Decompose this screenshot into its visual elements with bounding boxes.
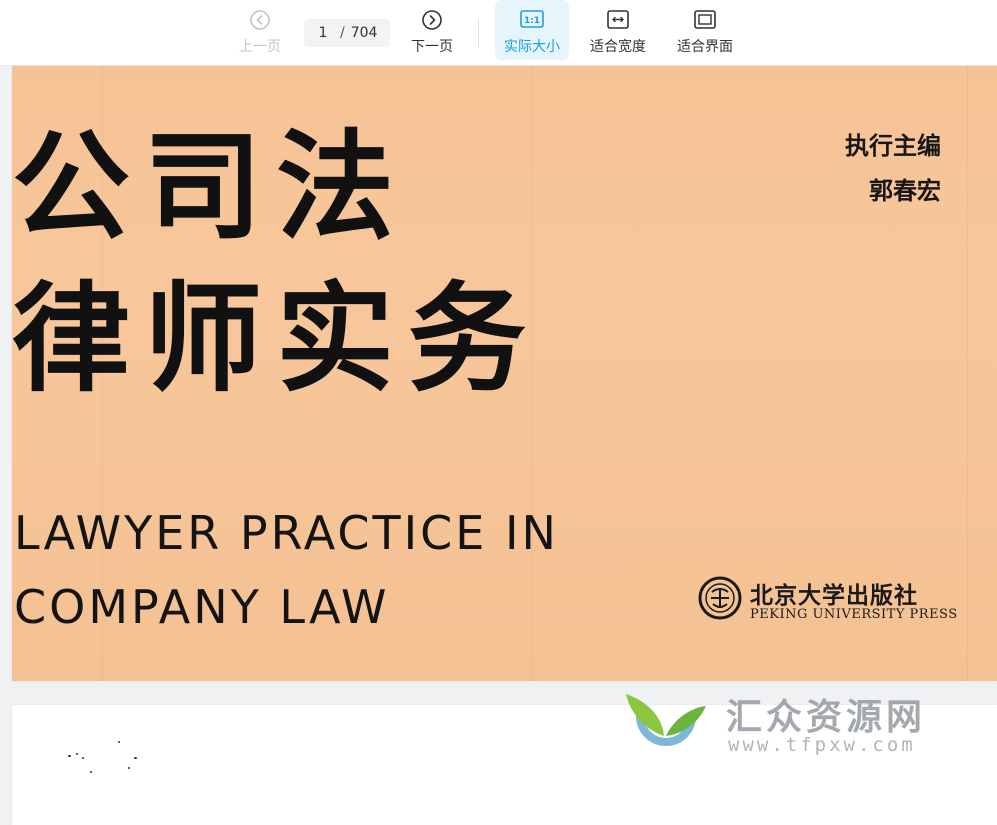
publisher-name-cn: 北京大学出版社 <box>750 582 918 609</box>
cover-title-en-line1: LAWYER PRACTICE IN <box>14 506 559 560</box>
prev-page-label: 上一页 <box>239 39 281 55</box>
next-page-label: 下一页 <box>411 39 453 55</box>
scan-speck <box>128 767 130 769</box>
editor-name: 郭春宏 <box>869 177 941 205</box>
page-indicator: / 704 <box>304 19 390 47</box>
chevron-right-circle-icon <box>421 9 443 31</box>
scan-speck <box>118 741 120 743</box>
toolbar-divider <box>478 18 479 48</box>
svg-text:1:1: 1:1 <box>524 16 540 26</box>
actual-size-label: 实际大小 <box>504 39 560 55</box>
cover-title-cn-line1: 公司法 <box>12 118 409 256</box>
page-1-cover: 公司法 律师实务 执行主编 郭春宏 LAWYER PRACTICE IN COM… <box>12 66 997 681</box>
page-separator: / <box>340 25 345 41</box>
paper-crease <box>967 66 968 681</box>
actual-size-icon: 1:1 <box>520 9 544 31</box>
cover-title-cn-line2: 律师实务 <box>12 270 541 408</box>
prev-page-button[interactable]: 上一页 <box>236 0 284 60</box>
fit-width-icon <box>607 9 629 31</box>
actual-size-button[interactable]: 1:1 实际大小 <box>495 0 569 60</box>
scan-speck <box>82 757 84 759</box>
next-page-button[interactable]: 下一页 <box>408 0 456 60</box>
scan-speck <box>68 755 71 757</box>
fit-width-button[interactable]: 适合宽度 <box>586 0 650 60</box>
viewer-toolbar: 上一页 / 704 下一页 1:1 实际大小 适合宽度 适合界面 <box>0 0 997 66</box>
watermark-site-name: 汇众资源网 <box>726 697 927 738</box>
publisher-name-en: PEKING UNIVERSITY PRESS <box>750 607 958 622</box>
fit-page-button[interactable]: 适合界面 <box>673 0 737 60</box>
watermark-url: www.tfpxw.com <box>728 734 916 756</box>
editor-role: 执行主编 <box>845 132 941 160</box>
leaf-logo-icon <box>626 694 706 746</box>
page-number-input[interactable] <box>308 25 338 41</box>
cover-title-en-line2: COMPANY LAW <box>14 580 390 634</box>
peking-university-seal-icon <box>698 576 742 620</box>
scan-speck <box>76 753 78 755</box>
fit-page-icon <box>694 9 716 31</box>
site-watermark: 汇众资源网 www.tfpxw.com <box>622 686 962 758</box>
fit-page-label: 适合界面 <box>677 39 733 55</box>
fit-width-label: 适合宽度 <box>590 39 646 55</box>
page-total: 704 <box>350 25 378 41</box>
publisher-block: 北京大学出版社 PEKING UNIVERSITY PRESS <box>698 576 957 626</box>
scan-speck <box>90 771 92 773</box>
scan-speck <box>134 757 137 759</box>
chevron-left-circle-icon <box>249 9 271 31</box>
